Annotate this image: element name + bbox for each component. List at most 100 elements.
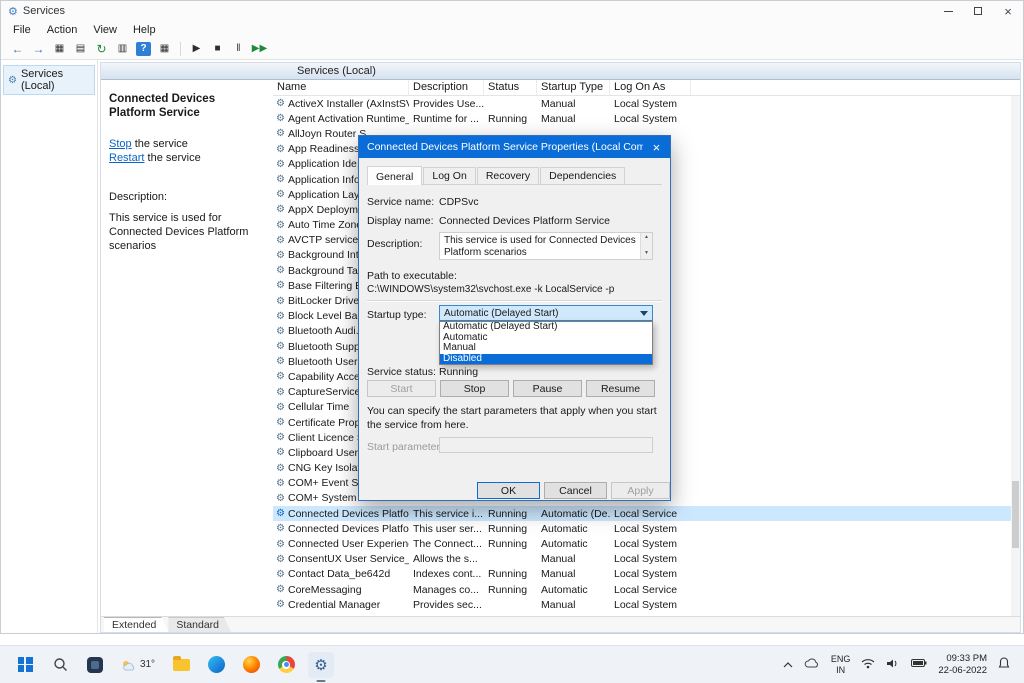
- column-header[interactable]: Description: [409, 80, 484, 95]
- cell-log-on-as: Local System: [610, 523, 691, 535]
- service-gear-icon: ⚙: [273, 569, 288, 580]
- volume-button[interactable]: [886, 658, 900, 672]
- pause-service-icon[interactable]: ‖: [228, 43, 249, 54]
- dialog-tab[interactable]: Recovery: [477, 167, 539, 184]
- table-row[interactable]: ⚙ Contact Data_be642d Indexes cont... Ru…: [273, 567, 1020, 582]
- pause-button[interactable]: Pause: [513, 380, 582, 397]
- dialog-tab[interactable]: General: [367, 166, 422, 185]
- stop-service-link[interactable]: Stop: [109, 138, 132, 150]
- notification-button[interactable]: [998, 657, 1010, 673]
- start-button[interactable]: [12, 652, 38, 678]
- cell-startup-type: Manual: [537, 98, 610, 110]
- resume-button[interactable]: Resume: [586, 380, 655, 397]
- windows-logo-icon: [18, 657, 33, 672]
- apply-button[interactable]: Apply: [611, 482, 670, 499]
- dialog-close-button[interactable]: ×: [643, 136, 670, 158]
- edge-button[interactable]: [203, 652, 229, 678]
- minimize-button[interactable]: [933, 1, 963, 21]
- startup-type-dropdown[interactable]: Automatic (Delayed Start): [439, 305, 653, 321]
- task-view-button[interactable]: [82, 652, 108, 678]
- table-row[interactable]: ⚙ CoreMessaging Manages co... Running Au…: [273, 582, 1020, 597]
- tray-chevron-button[interactable]: [783, 659, 793, 671]
- table-scrollbar[interactable]: [1011, 96, 1020, 616]
- dropdown-option[interactable]: Automatic: [440, 333, 652, 344]
- service-gear-icon: ⚙: [273, 371, 288, 382]
- battery-button[interactable]: [911, 658, 927, 671]
- menu-item[interactable]: Help: [125, 23, 164, 37]
- menu-item[interactable]: File: [5, 23, 39, 37]
- firefox-button[interactable]: [238, 652, 264, 678]
- export-list-icon[interactable]: ▤: [70, 43, 91, 54]
- properties-icon[interactable]: ▥: [112, 43, 133, 54]
- scroll-down-icon[interactable]: ▼: [644, 251, 649, 257]
- table-row[interactable]: ⚙ Connected User Experiences ... The Con…: [273, 536, 1020, 551]
- column-header[interactable]: Name: [273, 80, 409, 95]
- cell-name: Contact Data_be642d: [288, 568, 409, 580]
- restart-service-link[interactable]: Restart: [109, 152, 144, 164]
- column-header[interactable]: Log On As: [610, 80, 691, 95]
- cell-name: Credential Manager: [288, 599, 409, 611]
- weather-widget[interactable]: 31°: [117, 652, 159, 678]
- description-box[interactable]: This service is used for Connected Devic…: [439, 232, 653, 260]
- service-gear-icon: ⚙: [273, 98, 288, 109]
- stop-service-icon[interactable]: ■: [207, 43, 228, 54]
- wifi-button[interactable]: [861, 658, 875, 672]
- content-header: Services (Local): [101, 63, 1020, 80]
- service-gear-icon: ⚙: [273, 159, 288, 170]
- file-explorer-icon: [173, 659, 190, 671]
- clock[interactable]: 09:33 PM 22-06-2022: [938, 653, 987, 677]
- start-parameters-input[interactable]: [439, 437, 653, 453]
- dialog-tab[interactable]: Dependencies: [540, 167, 625, 184]
- table-row[interactable]: ⚙ Credential Manager Provides sec... Man…: [273, 597, 1020, 612]
- menu-item[interactable]: Action: [39, 23, 86, 37]
- forward-icon[interactable]: →: [28, 42, 49, 56]
- services-taskbar-button[interactable]: ⚙: [308, 652, 334, 678]
- toolbar-separator: [180, 42, 181, 56]
- dialog-tab[interactable]: Log On: [423, 167, 475, 184]
- language-indicator[interactable]: ENG IN: [831, 654, 851, 675]
- cell-description: This user ser...: [409, 523, 484, 535]
- dialog-separator: [367, 300, 662, 302]
- view-tab[interactable]: Standard: [168, 617, 231, 632]
- scroll-up-icon[interactable]: ▲: [644, 235, 649, 241]
- search-button[interactable]: [47, 652, 73, 678]
- tree-item-services-local[interactable]: ⚙ Services (Local): [3, 65, 95, 95]
- start-button[interactable]: Start: [367, 380, 436, 397]
- description-scrollbar[interactable]: ▲ ▼: [640, 233, 652, 259]
- table-row[interactable]: ⚙ Connected Devices Platform ... This se…: [273, 506, 1020, 521]
- dropdown-option[interactable]: Disabled: [440, 354, 652, 365]
- dropdown-option[interactable]: Manual: [440, 343, 652, 354]
- maximize-button[interactable]: [963, 1, 993, 21]
- start-parameters-label: Start parameters:: [367, 441, 448, 453]
- cancel-button[interactable]: Cancel: [544, 482, 607, 499]
- table-row[interactable]: ⚙ Agent Activation Runtime_b... Runtime …: [273, 111, 1020, 126]
- back-icon[interactable]: ←: [7, 42, 28, 56]
- search-icon: [53, 657, 68, 672]
- table-row[interactable]: ⚙ ConsentUX User Service_be6... Allows t…: [273, 552, 1020, 567]
- cell-status: Running: [484, 113, 537, 125]
- scrollbar-thumb[interactable]: [1012, 481, 1019, 549]
- taskbar: 31° ⚙ ENG IN 09:33 PM 22-06-2022: [0, 645, 1024, 683]
- table-row[interactable]: ⚙ ActiveX Installer (AxInstSV) Provides …: [273, 96, 1020, 111]
- dialog-description-label: Description:: [367, 238, 422, 250]
- help-icon[interactable]: ?: [136, 42, 151, 56]
- file-explorer-button[interactable]: [168, 652, 194, 678]
- dropdown-option[interactable]: Automatic (Delayed Start): [440, 322, 652, 333]
- onedrive-button[interactable]: [804, 658, 820, 672]
- stop-button[interactable]: Stop: [440, 380, 509, 397]
- table-row[interactable]: ⚙ Connected Devices Platform ... This us…: [273, 521, 1020, 536]
- view-list-icon[interactable]: ▦: [154, 43, 175, 54]
- show-hide-tree-icon[interactable]: ▦: [49, 43, 70, 54]
- close-button[interactable]: ×: [993, 1, 1023, 21]
- start-service-icon[interactable]: ▶: [186, 43, 207, 54]
- content-header-title: Services (Local): [297, 65, 376, 77]
- view-tab[interactable]: Extended: [104, 617, 168, 632]
- refresh-icon[interactable]: ↻: [91, 42, 112, 56]
- startup-type-value: Automatic (Delayed Start): [444, 308, 559, 319]
- column-header[interactable]: Status: [484, 80, 537, 95]
- restart-service-icon[interactable]: ▶▶: [249, 43, 270, 54]
- chrome-button[interactable]: [273, 652, 299, 678]
- menu-item[interactable]: View: [85, 23, 125, 37]
- ok-button[interactable]: OK: [477, 482, 540, 499]
- column-header[interactable]: Startup Type: [537, 80, 610, 95]
